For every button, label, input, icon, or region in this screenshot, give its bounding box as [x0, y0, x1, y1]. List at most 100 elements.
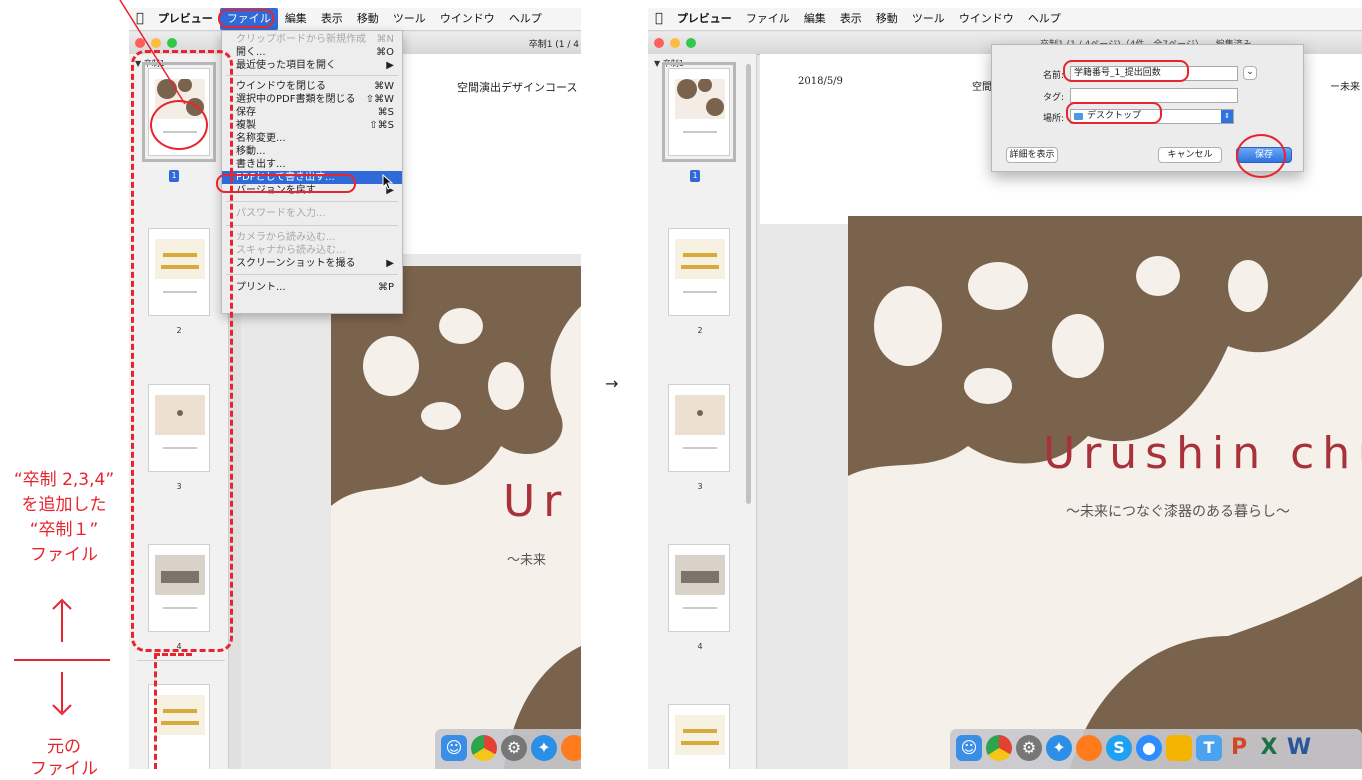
- finder-icon[interactable]: ☺: [956, 735, 982, 761]
- transition-arrow: →: [605, 374, 619, 393]
- menu-item-close-selected-pdf[interactable]: 選択中のPDF書類を閉じる ⇧⌘W: [222, 93, 402, 106]
- menu-help[interactable]: ヘルプ: [502, 8, 549, 30]
- menu-item-rename[interactable]: 名称変更...: [222, 132, 402, 145]
- page-thumbnail-4[interactable]: [668, 544, 730, 632]
- lacquer-pattern-image: [848, 216, 1362, 769]
- firefox-icon[interactable]: [1076, 735, 1102, 761]
- chrome-icon[interactable]: [471, 735, 497, 761]
- sidebar-header-label: 卒制1: [662, 59, 684, 68]
- menu-item-import-from-camera: カメラから読み込む...: [236, 232, 336, 243]
- cover-title: Urushin chu: [1043, 428, 1362, 479]
- menu-item-open-recent[interactable]: 最近使った項目を開く ▶: [222, 59, 402, 72]
- menu-item-enter-password: パスワードを入力...: [236, 208, 326, 219]
- menu-item-import-from-scanner: スキャナから読み込む...: [236, 245, 346, 256]
- menu-window[interactable]: ウインドウ: [433, 8, 502, 30]
- menu-item-take-screenshot[interactable]: スクリーンショットを撮る ▶: [222, 257, 402, 270]
- location-highlight: [1066, 102, 1162, 124]
- thumbnail-text-line: [683, 607, 717, 609]
- menu-go[interactable]: 移動: [869, 8, 905, 30]
- page-header-text: 空間演出デザインコース: [457, 81, 578, 94]
- page-number-4: 4: [697, 642, 703, 651]
- page-date: 2018/5/9: [798, 76, 843, 87]
- skype-icon[interactable]: S: [1106, 735, 1132, 761]
- export-pdf-highlight: [216, 174, 356, 193]
- menu-item-close-window[interactable]: ウインドウを閉じる ⌘W: [222, 80, 402, 93]
- menu-preview[interactable]: プレビュー: [670, 8, 739, 30]
- menu-separator: [226, 274, 398, 275]
- close-button[interactable]: [654, 38, 664, 48]
- thumbnail-text-line: [683, 291, 717, 293]
- chevron-updown-icon: ⇕: [1221, 110, 1233, 123]
- file-menu-highlight: [218, 9, 274, 28]
- chrome-icon[interactable]: [986, 735, 1012, 761]
- cover-title: Ur: [503, 476, 570, 527]
- original-file-dashed-box: [154, 653, 192, 769]
- word-icon[interactable]: W: [1286, 735, 1312, 761]
- thumbnail-image: [675, 395, 725, 435]
- menu-view[interactable]: 表示: [314, 8, 350, 30]
- keynote-icon[interactable]: T: [1196, 735, 1222, 761]
- cancel-button[interactable]: キャンセル: [1158, 147, 1222, 163]
- powerpoint-icon[interactable]: P: [1226, 735, 1252, 761]
- menu-edit[interactable]: 編集: [797, 8, 833, 30]
- page-thumbnail-5[interactable]: [668, 704, 730, 769]
- location-label: 場所:: [1042, 114, 1064, 124]
- page-number-2: 2: [697, 326, 703, 335]
- zoom-icon[interactable]: ●: [1136, 735, 1162, 761]
- cover-subtitle: ～未来につなぐ漆器のある暮らし～: [1066, 504, 1290, 520]
- menu-item-save[interactable]: 保存 ⌘S: [222, 106, 402, 119]
- down-arrow-head: [52, 704, 72, 716]
- system-preferences-icon[interactable]: ⚙: [1016, 735, 1042, 761]
- safari-icon[interactable]: ✦: [531, 735, 557, 761]
- safari-icon[interactable]: ✦: [1046, 735, 1072, 761]
- menu-help[interactable]: ヘルプ: [1021, 8, 1068, 30]
- up-arrow-head: [52, 598, 72, 610]
- thumbnail-image: [675, 715, 725, 755]
- excel-icon[interactable]: X: [1256, 735, 1282, 761]
- menu-item-export[interactable]: 書き出す...: [222, 158, 402, 171]
- dock: ☺ ⚙ ✦: [435, 729, 581, 769]
- mouse-cursor-icon: [382, 174, 394, 190]
- menu-separator: [226, 225, 398, 226]
- sidebar-scrollbar-thumb[interactable]: [746, 64, 751, 504]
- thumbnail-text-line: [683, 131, 717, 133]
- firefox-icon[interactable]: [561, 735, 581, 761]
- menu-item-new-from-clipboard: クリップボードから新規作成 ⌘N: [236, 34, 394, 45]
- thumbnail-text-line: [683, 447, 717, 449]
- system-preferences-icon[interactable]: ⚙: [501, 735, 527, 761]
- save-button-highlight-circle: [1236, 134, 1286, 178]
- menu-item-move[interactable]: 移動...: [222, 145, 402, 158]
- tag-label: タグ:: [1042, 93, 1064, 103]
- thumbnail-image: [675, 79, 725, 119]
- thumbnail-sidebar: ▼ 卒制1 1 2 3 4: [648, 54, 757, 769]
- expand-dialog-button[interactable]: ⌄: [1243, 66, 1257, 80]
- show-details-button[interactable]: 詳細を表示: [1006, 147, 1058, 163]
- menu-window[interactable]: ウインドウ: [952, 8, 1021, 30]
- page-header-left: 空間: [972, 82, 992, 93]
- menu-edit[interactable]: 編集: [278, 8, 314, 30]
- menu-separator: [226, 75, 398, 76]
- slides-app-icon[interactable]: [1166, 735, 1192, 761]
- menu-separator: [226, 201, 398, 202]
- zoom-button[interactable]: [686, 38, 696, 48]
- menu-go[interactable]: 移動: [350, 8, 386, 30]
- filename-highlight: [1063, 60, 1189, 82]
- finder-icon[interactable]: ☺: [441, 735, 467, 761]
- menu-item-print[interactable]: プリント... ⌘P: [222, 281, 402, 294]
- menu-tools[interactable]: ツール: [386, 8, 433, 30]
- page-cover: Ur ～未来: [331, 266, 581, 769]
- dock: ☺ ⚙ ✦ S ● T P X W: [950, 729, 1362, 769]
- annotation-divider-line: [14, 659, 110, 661]
- apple-menu-icon[interactable]: : [648, 8, 670, 30]
- window-title: 卒制1 (1 / 4: [528, 40, 579, 50]
- tags-input[interactable]: [1070, 88, 1238, 103]
- menu-view[interactable]: 表示: [833, 8, 869, 30]
- page-thumbnail-2[interactable]: [668, 228, 730, 316]
- minimize-button[interactable]: [670, 38, 680, 48]
- menu-tools[interactable]: ツール: [905, 8, 952, 30]
- menu-file[interactable]: ファイル: [739, 8, 797, 30]
- page-thumbnail-1[interactable]: [662, 62, 736, 162]
- menu-item-duplicate[interactable]: 複製 ⇧⌘S: [222, 119, 402, 132]
- menu-item-open[interactable]: 開く... ⌘O: [222, 46, 402, 59]
- page-thumbnail-3[interactable]: [668, 384, 730, 472]
